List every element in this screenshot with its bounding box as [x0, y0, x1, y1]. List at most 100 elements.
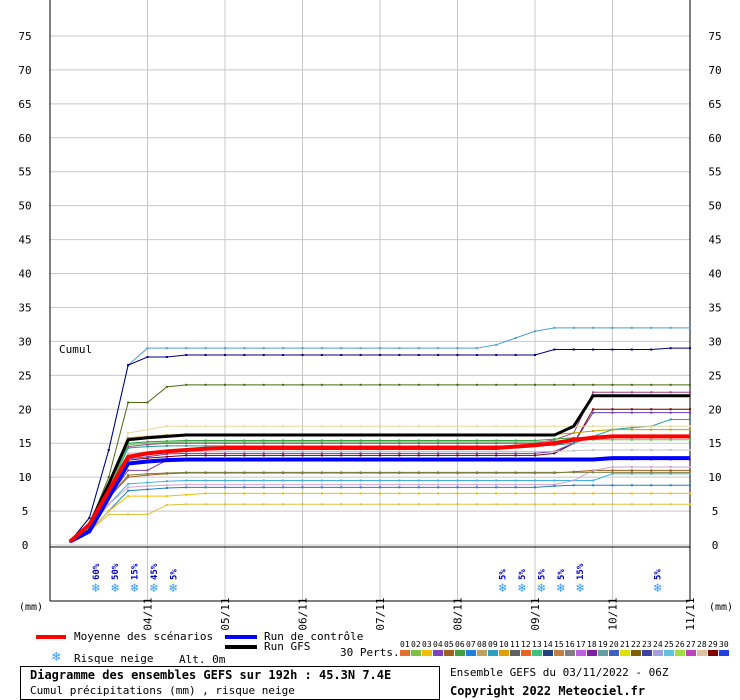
snowflake-icon: ❄	[653, 581, 662, 596]
member-line-point	[301, 353, 304, 356]
member-line-point	[456, 383, 459, 386]
y-tick-label-right: 55	[708, 166, 721, 179]
member-line-point	[495, 479, 498, 482]
member-line-point	[165, 495, 168, 498]
member-line-point	[475, 479, 478, 482]
member-line-point	[224, 486, 226, 489]
member-line-point	[437, 503, 440, 506]
member-line-point	[185, 486, 188, 489]
member-line-point	[224, 383, 226, 386]
y-tick-label-left: 10	[18, 471, 31, 484]
y-unit-left: (mm)	[19, 602, 43, 613]
member-line-point	[514, 450, 517, 453]
member-number: 06	[455, 640, 465, 649]
member-line-point	[340, 492, 343, 495]
member-swatch	[609, 650, 619, 656]
member-line-point	[127, 482, 130, 485]
member-line-point	[475, 471, 478, 474]
member-line-point	[514, 353, 517, 356]
member-line-point	[282, 471, 285, 474]
member-line-point	[185, 383, 188, 386]
member-line-point	[417, 483, 420, 486]
member-line-point	[224, 503, 226, 506]
member-line-point	[282, 503, 285, 506]
member-swatch	[532, 650, 542, 656]
member-line-point	[359, 483, 362, 486]
member-line-point	[107, 503, 110, 506]
member-swatch	[554, 650, 564, 656]
member-line-point	[262, 452, 265, 455]
member-line-point	[379, 347, 381, 350]
member-swatch	[521, 650, 531, 656]
member-line-point	[127, 401, 130, 404]
member-line-point	[534, 450, 536, 453]
member-line-point	[417, 452, 420, 455]
member-number: 21	[620, 640, 630, 649]
member-line-point	[514, 483, 517, 486]
snowflake-icon: ❄	[517, 581, 526, 596]
member-line-point	[398, 486, 401, 489]
member-line-point	[320, 440, 323, 443]
member-line-point	[553, 452, 556, 455]
member-line-point	[437, 483, 440, 486]
member-line-point	[165, 425, 168, 428]
altitude-label: Alt. 0m	[179, 653, 226, 666]
member-line-point	[689, 347, 691, 350]
member-line-point	[630, 492, 633, 495]
member-line-point	[204, 383, 207, 386]
snowflake-icon: ❄	[91, 581, 100, 596]
member-line-point	[379, 425, 381, 428]
member-line-point	[495, 343, 498, 346]
member-line-point	[650, 411, 653, 414]
member-line-point	[514, 383, 517, 386]
member-line-point	[359, 486, 362, 489]
member-line-point	[669, 492, 672, 495]
member-line-point	[630, 383, 633, 386]
member-line-point	[165, 385, 168, 388]
member-line-point	[379, 452, 381, 455]
y-tick-label-left: 35	[18, 301, 31, 314]
member-line-point	[650, 484, 653, 487]
member-number: 11	[510, 640, 520, 649]
member-line-point	[514, 452, 517, 455]
y-tick-label-right: 0	[712, 539, 719, 552]
member-line-point	[689, 484, 691, 487]
member-line-point	[320, 347, 323, 350]
member-line-point	[611, 448, 614, 451]
member-line-point	[456, 347, 459, 350]
member-line-point	[630, 428, 633, 431]
member-line-point	[185, 493, 188, 496]
member-number: 15	[554, 640, 564, 649]
member-line-point	[553, 484, 556, 487]
member-line-point	[340, 503, 343, 506]
y-tick-label-right: 50	[708, 200, 721, 213]
x-date-label: 11/11	[684, 597, 697, 630]
member-line-point	[630, 469, 633, 472]
snow-legend-label: Risque neige	[74, 652, 154, 665]
member-number: 26	[675, 640, 685, 649]
y-tick-label-right: 65	[708, 98, 721, 111]
x-date-label: 09/11	[529, 597, 542, 630]
member-line-point	[127, 469, 130, 472]
member-line-point	[495, 353, 498, 356]
member-line-point	[340, 425, 343, 428]
member-line-point	[398, 471, 401, 474]
member-line-point	[689, 411, 691, 414]
member-line-point	[611, 471, 614, 474]
member-line-point	[379, 479, 381, 482]
member-line-point	[630, 348, 633, 351]
member-line-point	[165, 356, 168, 359]
member-line-point	[514, 454, 517, 457]
member-line-point	[630, 326, 633, 329]
member-line-point	[185, 454, 188, 457]
member-line-point	[592, 484, 595, 487]
member-line-point	[204, 486, 207, 489]
member-line-point	[243, 425, 246, 428]
member-line-point	[534, 503, 536, 506]
member-swatch	[587, 650, 597, 656]
member-line-point	[475, 425, 478, 428]
snowflake-icon: ❄	[168, 581, 177, 596]
member-line-point	[320, 454, 323, 457]
member-line-point	[437, 347, 440, 350]
member-line-point	[282, 425, 285, 428]
